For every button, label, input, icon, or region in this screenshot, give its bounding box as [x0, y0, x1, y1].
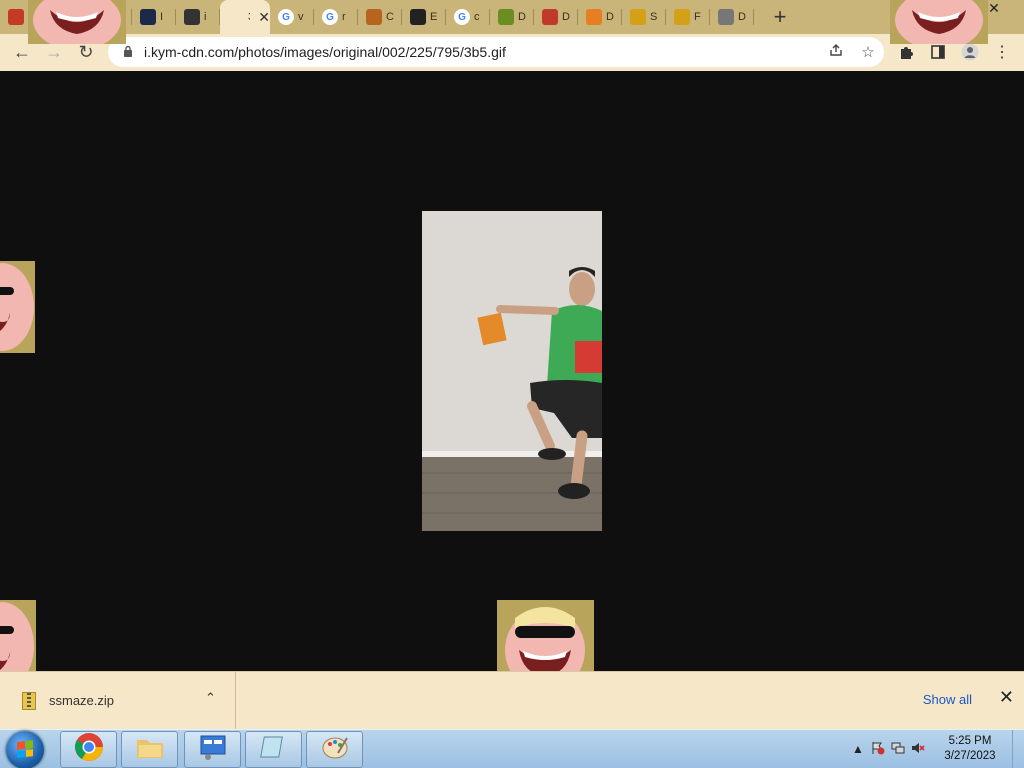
system-tray: ▲ 5:25 PM 3/27/2023 [848, 730, 1024, 768]
tab-title: D [606, 11, 614, 23]
clock-date: 3/27/2023 [944, 750, 996, 762]
tab-title: D [738, 11, 746, 23]
tab-title: D [562, 11, 570, 23]
taskbar-control-panel-button[interactable] [184, 731, 241, 768]
chrome-icon [74, 732, 104, 767]
notepad-icon [259, 733, 289, 766]
tab-favicon-icon [140, 9, 156, 25]
tab-12[interactable]: D [490, 0, 534, 34]
tab-title: S [650, 11, 658, 23]
meme-face-image [28, 0, 126, 44]
chevron-up-icon[interactable]: ⌃ [205, 690, 216, 706]
tab-favicon-icon [542, 9, 558, 25]
tab-14[interactable]: D [578, 0, 622, 34]
tab-favicon-icon [366, 9, 382, 25]
tab-15[interactable]: S [622, 0, 666, 34]
zip-file-icon [22, 692, 36, 710]
lock-icon [120, 45, 136, 60]
tab-favicon-icon [228, 9, 244, 25]
tab-strip: OEPIi3✕GvGrCEGcDDDSFD+ [0, 0, 1024, 34]
paint-palette-icon [320, 733, 350, 766]
plus-icon: + [773, 4, 787, 29]
arrow-right-icon: → [45, 41, 63, 62]
meme-face-image [0, 261, 35, 353]
tab-title: 3 [248, 11, 250, 23]
tab-7[interactable]: Gv [270, 0, 314, 34]
tab-8[interactable]: Gr [314, 0, 358, 34]
tab-6[interactable]: 3✕ [220, 0, 270, 34]
bookmark-star-icon[interactable]: ☆ [852, 43, 884, 61]
tab-title: I [160, 11, 164, 23]
folder-icon [135, 734, 165, 765]
tab-17[interactable]: D [710, 0, 754, 34]
url-text[interactable]: i.kym-cdn.com/photos/images/original/002… [144, 44, 820, 60]
browser-toolbar: ← → ↻ i.kym-cdn.com/photos/images/origin… [0, 34, 1024, 71]
show-desktop-button[interactable] [1012, 730, 1024, 768]
tab-11[interactable]: Gc [446, 0, 490, 34]
address-bar[interactable]: i.kym-cdn.com/photos/images/original/002… [108, 37, 884, 67]
system-clock[interactable]: 5:25 PM 3/27/2023 [928, 734, 1012, 764]
tab-favicon-icon [184, 9, 200, 25]
download-filename: ssmaze.zip [49, 693, 115, 708]
new-tab-button[interactable]: + [764, 0, 796, 34]
reload-icon: ↻ [78, 41, 94, 62]
tab-favicon-icon [630, 9, 646, 25]
tab-10[interactable]: E [402, 0, 446, 34]
tab-title: F [694, 11, 701, 23]
taskbar-paint-button[interactable] [306, 731, 363, 768]
clock-time: 5:25 PM [948, 735, 992, 747]
tab-5[interactable]: i [176, 0, 220, 34]
tab-favicon-icon [586, 9, 602, 25]
tab-title: c [474, 11, 480, 23]
tab-16[interactable]: F [666, 0, 710, 34]
taskbar-notepad-button[interactable] [245, 731, 302, 768]
download-item[interactable]: ssmaze.zip ⌃ [0, 672, 236, 730]
tab-9[interactable]: C [358, 0, 402, 34]
share-icon[interactable] [820, 43, 852, 61]
tab-13[interactable]: D [534, 0, 578, 34]
tab-favicon-icon [498, 9, 514, 25]
tab-close-icon[interactable]: ✕ [258, 9, 270, 26]
tab-title: D [518, 11, 526, 23]
downloads-bar: ssmaze.zip ⌃ Show all ✕ [0, 671, 1024, 730]
page-viewport [0, 71, 1024, 671]
windows-logo-icon [17, 740, 33, 758]
tab-favicon-icon [718, 9, 734, 25]
show-all-link[interactable]: Show all [923, 692, 972, 707]
start-button[interactable] [6, 731, 44, 768]
tab-favicon-icon [410, 9, 426, 25]
tab-title: v [298, 11, 304, 23]
taskbar-chrome-button[interactable] [60, 731, 117, 768]
network-icon[interactable] [888, 741, 908, 758]
gif-image [422, 211, 602, 531]
tab-favicon-icon [674, 9, 690, 25]
taskbar: ▲ 5:25 PM 3/27/2023 [0, 729, 1024, 768]
tab-favicon-icon: G [322, 9, 338, 25]
action-center-flag-icon[interactable] [868, 741, 888, 758]
show-hidden-icons-icon[interactable]: ▲ [848, 742, 868, 756]
tab-favicon-icon: G [278, 9, 294, 25]
tab-favicon-icon [8, 9, 24, 25]
arrow-left-icon: ← [13, 41, 31, 62]
close-icon[interactable]: ✕ [999, 687, 1014, 708]
volume-muted-icon[interactable] [908, 741, 928, 758]
taskbar-explorer-button[interactable] [121, 731, 178, 768]
control-panel-icon [198, 733, 228, 766]
tab-title: r [342, 11, 346, 23]
tab-title: i [204, 11, 207, 23]
menu-kebab-icon[interactable]: ⋮ [986, 36, 1018, 68]
tab-favicon-icon: G [454, 9, 470, 25]
tab-4[interactable]: I [132, 0, 176, 34]
tab-title: C [386, 11, 394, 23]
tab-title: E [430, 11, 438, 23]
meme-face-image [890, 0, 988, 44]
